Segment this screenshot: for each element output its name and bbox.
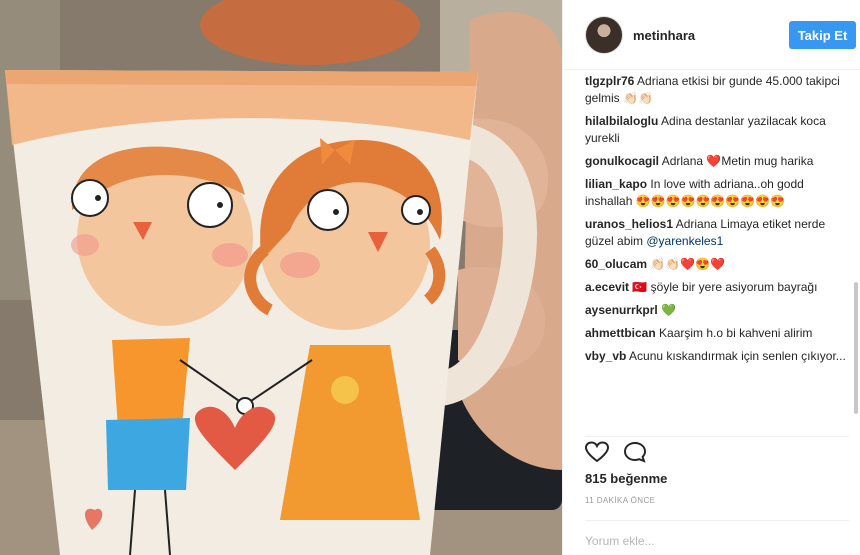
post-header: metinhara Takip Et: [563, 0, 860, 70]
comment-text: Adrlana ❤️Metin mug harika: [661, 154, 814, 168]
comment-username[interactable]: tlgzplr76: [585, 74, 634, 88]
mug-photo-illustration: [0, 0, 562, 555]
comment-item: 60_olucam 👏🏻👏🏻❤️😍❤️: [585, 255, 849, 278]
comment-item: lilian_kapo In love with adriana..oh god…: [585, 175, 849, 215]
comment-item: a.ecevit 🇹🇷 şöyle bir yere asiyorum bayr…: [585, 278, 849, 301]
post-side-panel: metinhara Takip Et tlgzplr76 Adriana etk…: [562, 0, 860, 555]
comment-item: uranos_helios1 Adriana Limaya etiket ner…: [585, 215, 849, 255]
post-actions: [584, 436, 849, 464]
comment-icon[interactable]: [623, 441, 647, 468]
comment-username[interactable]: a.ecevit: [585, 280, 629, 294]
avatar[interactable]: [585, 16, 623, 54]
comment-mention-link[interactable]: @yarenkeles1: [646, 234, 723, 248]
comment-username[interactable]: 60_olucam: [585, 257, 647, 271]
post-photo[interactable]: [0, 0, 562, 555]
post-username[interactable]: metinhara: [633, 28, 695, 43]
heart-icon[interactable]: [584, 441, 610, 468]
comment-username[interactable]: lilian_kapo: [585, 177, 647, 191]
likes-count[interactable]: 815 beğenme: [585, 471, 667, 486]
comment-username[interactable]: hilalbilaloglu: [585, 114, 658, 128]
comment-item: aysenurrkprl 💚: [585, 301, 849, 324]
comment-text: 👏🏻👏🏻❤️😍❤️: [650, 257, 726, 271]
comment-username[interactable]: vby_vb: [585, 349, 626, 363]
comment-item: tlgzplr76 Adriana etkisi bir gunde 45.00…: [585, 72, 849, 112]
add-comment-section: [585, 520, 849, 555]
post-timestamp: 11 DAKİKA ÖNCE: [585, 496, 656, 505]
comment-username[interactable]: gonulkocagil: [585, 154, 659, 168]
comment-username[interactable]: ahmettbican: [585, 326, 656, 340]
comment-item: hilalbilaloglu Adina destanlar yazilacak…: [585, 112, 849, 152]
comments-list[interactable]: tlgzplr76 Adriana etkisi bir gunde 45.00…: [585, 72, 849, 430]
comment-text: Acunu kıskandırmak için senlen çıkıyor..…: [629, 349, 846, 363]
comment-input[interactable]: [585, 531, 845, 551]
follow-button[interactable]: Takip Et: [789, 21, 856, 49]
comment-username[interactable]: aysenurrkprl: [585, 303, 658, 317]
comment-text: Kaarşim h.o bi kahveni alirim: [659, 326, 813, 340]
comment-item: gonulkocagil Adrlana ❤️Metin mug harika: [585, 152, 849, 175]
comment-item: ahmettbican Kaarşim h.o bi kahveni aliri…: [585, 324, 849, 347]
comment-item: vby_vb Acunu kıskandırmak için senlen çı…: [585, 347, 849, 370]
comments-scrollbar[interactable]: [854, 282, 858, 414]
comment-text: 💚: [661, 303, 676, 317]
comment-text: 🇹🇷 şöyle bir yere asiyorum bayrağı: [632, 280, 818, 294]
comment-username[interactable]: uranos_helios1: [585, 217, 673, 231]
